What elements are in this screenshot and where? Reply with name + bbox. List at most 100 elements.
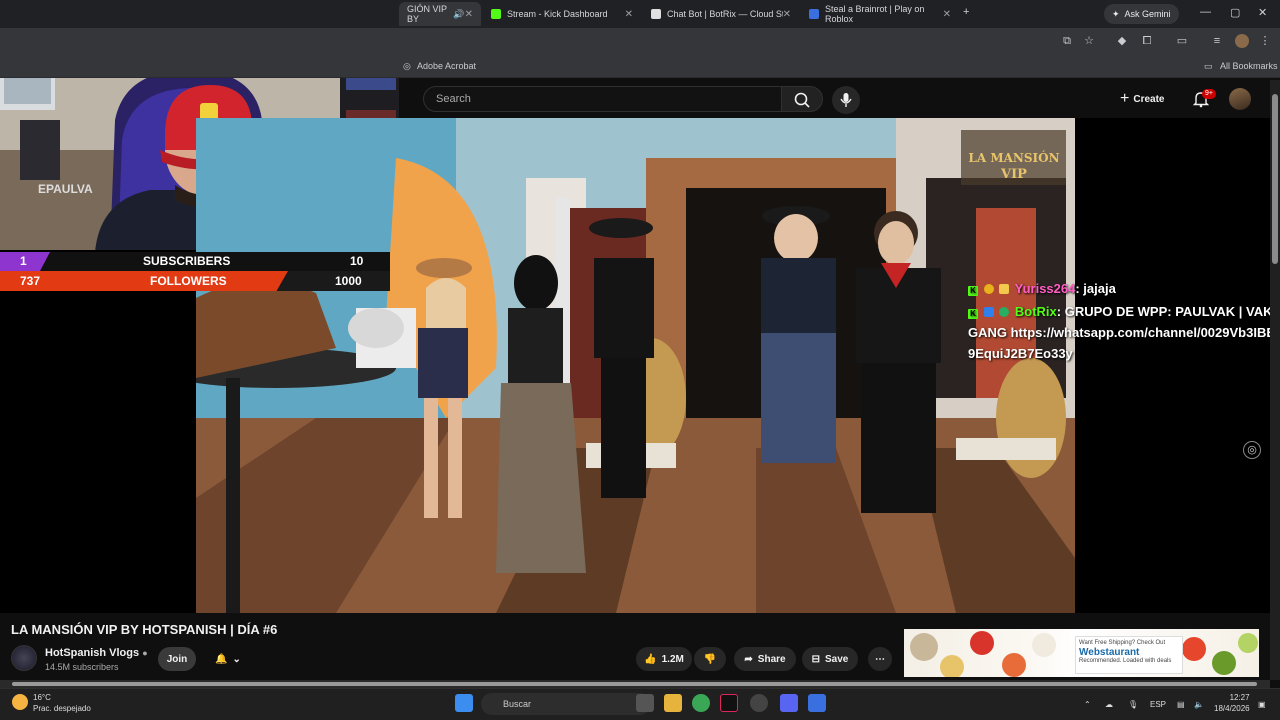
speaker-icon[interactable]: 🔊 [453,9,464,20]
extension-icon[interactable]: ◆ [1115,34,1129,48]
share-button[interactable]: ➦ Share [734,647,796,671]
plus-icon: + [1120,90,1130,107]
ask-gemini-button[interactable]: ✦ Ask Gemini [1104,4,1179,24]
search-button[interactable] [781,86,823,112]
notifications-icon[interactable]: ▣ [1258,700,1266,709]
search-icon [794,92,810,108]
more-horizontal-icon: ⋯ [875,653,885,665]
logo-line2: VIP [1000,167,1027,182]
maximize-icon[interactable]: ▢ [1230,6,1240,19]
cast-icon[interactable]: ⧉ [1060,34,1074,48]
close-icon[interactable]: ✕ [783,9,791,20]
horizontal-scrollbar[interactable] [0,680,1270,688]
cloud-icon[interactable]: ☁ [1105,700,1113,709]
windows-start-icon[interactable] [455,694,473,712]
mic-tray-icon[interactable]: 🎙 [1128,700,1138,709]
chat-overlay: K Yuriss264: jajaja K BotRix: GRUPO DE W… [968,278,1278,364]
like-button[interactable]: 👍 1.2M [636,647,692,671]
bookmarks-bar: ◎ Adobe Acrobat ▭ All Bookmarks [0,56,1280,78]
tiktok-icon[interactable] [720,694,738,712]
taskbar-clock[interactable]: 12:27 18/4/2026 [1214,692,1250,714]
tab-roblox[interactable]: Steal a Brainrot | Play on Roblox ✕ [801,2,959,26]
puzzle-icon[interactable]: ⧠ [1140,34,1154,48]
discord-icon[interactable] [780,694,798,712]
network-icon[interactable]: ▤ [1177,700,1185,709]
thumbs-down-icon: 👎 [703,653,717,665]
search-input[interactable]: Search [423,86,783,112]
chrome-icon[interactable] [692,694,710,712]
close-icon[interactable]: ✕ [943,9,951,20]
save-button[interactable]: ⊟ Save [802,647,858,671]
account-avatar[interactable] [1229,88,1251,110]
minimize-icon[interactable]: — [1200,6,1211,18]
vertical-scrollbar[interactable] [1270,80,1280,680]
kick-badge-icon: K [968,309,978,319]
all-bookmarks[interactable]: All Bookmarks [1220,61,1278,71]
subscribers-current: 1 [20,254,27,268]
clock-time: 12:27 [1229,693,1250,702]
save-icon: ⊟ [811,653,821,665]
notification-bell-button[interactable]: 🔔 ⌄ [204,647,252,671]
scroll-thumb[interactable] [12,682,1257,686]
weather-widget[interactable]: 16°C Prac. despejado [33,692,91,714]
weather-icon[interactable] [12,694,28,710]
voice-search-button[interactable] [832,86,860,114]
task-view-icon[interactable] [636,694,654,712]
close-icon[interactable]: ✕ [465,9,473,20]
tab-kick-dashboard[interactable]: Stream - Kick Dashboard ✕ [483,2,641,26]
verified-icon: ● [142,648,148,658]
tab-label: Stream - Kick Dashboard [507,9,608,19]
obs-icon[interactable] [750,694,768,712]
autoplay-icon[interactable]: ◎ [1243,441,1261,459]
menu-list-icon[interactable]: ≡ [1210,34,1224,48]
video-player[interactable]: LA MANSIÓN VIP [196,118,1075,613]
join-button[interactable]: Join [158,647,196,671]
volume-icon[interactable]: 🔈 [1194,700,1204,709]
kick-badge-icon: K [968,286,978,296]
close-icon[interactable]: ✕ [625,9,633,20]
scroll-thumb[interactable] [1272,94,1278,264]
weather-temp: 16°C [33,693,51,702]
channel-subscribers: 14.5M subscribers [45,662,119,672]
tray-chevron-icon[interactable]: ⌃ [1084,700,1091,709]
channel-avatar[interactable] [11,645,37,671]
dislike-button[interactable]: 👎 [694,647,726,671]
weather-desc: Prac. despejado [33,704,91,713]
file-explorer-icon[interactable] [664,694,682,712]
profile-icon[interactable] [1235,34,1249,48]
tab-label: Chat Bot | BotRix — Cloud Stre [667,9,783,19]
roblox-taskbar-icon[interactable] [808,694,826,712]
followers-goal: 1000 [335,274,362,288]
kick-icon [491,9,501,19]
video-frame: LA MANSIÓN VIP [196,118,1075,613]
sidepanel-icon[interactable]: ▭ [1175,34,1189,48]
followers-progress-fill [0,271,288,291]
taskbar-search[interactable]: Buscar [481,693,651,715]
create-button[interactable]: + Create [1120,90,1164,108]
ad-text-box[interactable]: Want Free Shipping? Check Out Webstauran… [1075,636,1183,674]
kebab-menu-icon[interactable]: ⋮ [1258,34,1272,48]
video-letterbox-left [0,250,196,613]
bookmark-acrobat[interactable]: Adobe Acrobat [417,61,476,71]
subscribers-goal-bar: 1 SUBSCRIBERS 10 [0,252,390,271]
channel-name-text: HotSpanish Vlogs [45,647,140,659]
followers-label: FOLLOWERS [150,274,227,288]
close-window-icon[interactable]: ✕ [1258,6,1267,19]
thumbs-up-icon: 👍 [644,653,657,665]
ad-line1: Want Free Shipping? Check Out [1079,640,1166,646]
tab-label: Steal a Brainrot | Play on Roblox [825,4,925,24]
mansion-logo: LA MANSIÓN VIP [961,130,1066,185]
video-title: LA MANSIÓN VIP BY HOTSPANISH | DÍA #6 [11,622,278,637]
bookmark-star-icon[interactable]: ☆ [1082,34,1096,48]
language-indicator[interactable]: ESP [1150,700,1166,709]
tab-mansion[interactable]: GIÓN VIP BY 🔊 ✕ [399,2,481,26]
more-actions-button[interactable]: ⋯ [868,647,892,671]
create-label: Create [1133,93,1165,105]
followers-goal-bar: 737 FOLLOWERS 1000 [0,271,390,291]
share-label: Share [757,653,786,665]
share-icon: ➦ [744,653,753,665]
channel-name[interactable]: HotSpanish Vlogs ● [45,647,148,659]
new-tab-icon[interactable]: + [963,6,969,18]
tab-strip: GIÓN VIP BY 🔊 ✕ Stream - Kick Dashboard … [0,0,1280,28]
tab-botrix[interactable]: Chat Bot | BotRix — Cloud Stre ✕ [643,2,799,26]
